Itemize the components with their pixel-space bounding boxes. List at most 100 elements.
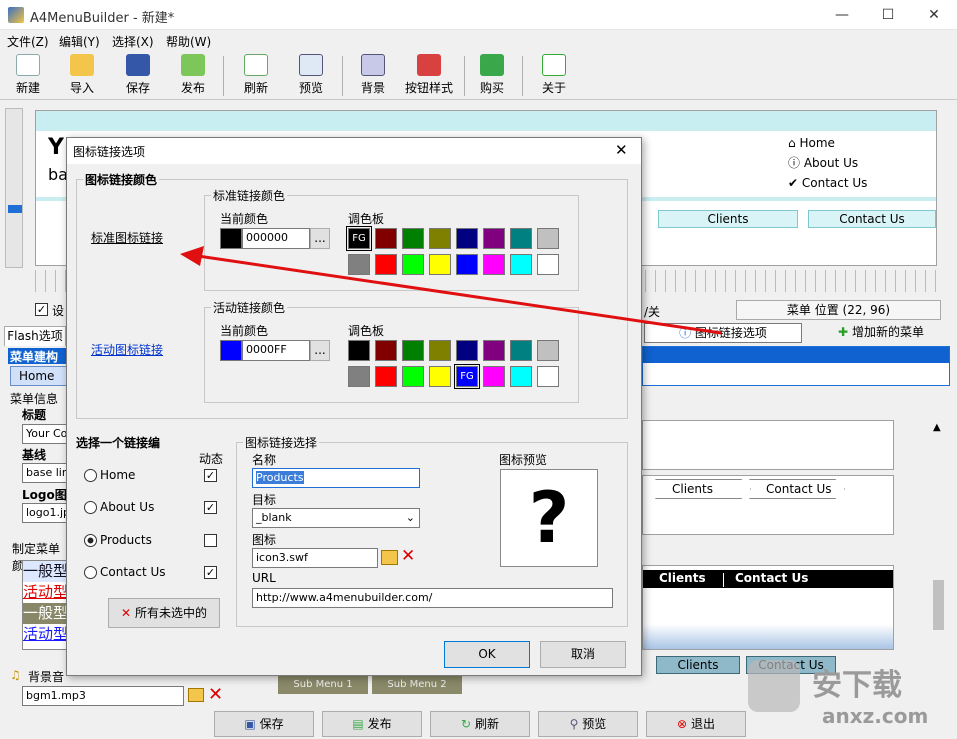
palette-swatch[interactable] [429,228,451,249]
dynamic-check-contact[interactable]: ✓ [204,566,217,579]
close-button[interactable]: ✕ [911,0,957,30]
active-color-value[interactable]: 0000FF [242,340,310,361]
normal-link-label[interactable]: 标准图标链接 [91,229,163,246]
target-select[interactable]: _blank ⌄ [252,508,420,528]
cancel-button[interactable]: 取消 [540,641,626,668]
right-scrollbar[interactable]: ▲ [930,420,947,700]
add-menu-button[interactable]: ✚ 增加新的菜单 [806,323,956,343]
palette-swatch[interactable] [456,254,478,275]
icon-input[interactable]: icon3.swf [252,548,378,568]
palette-swatch[interactable] [402,228,424,249]
preview-nav-clients[interactable]: Clients [658,210,798,228]
preview-button[interactable]: 预览 [286,54,336,98]
preview-menu-home[interactable]: ⌂ Home [788,133,867,153]
background-button[interactable]: 背景 [348,54,398,98]
bottom-refresh-button[interactable]: ↻ 刷新 [430,711,530,737]
menu-edit[interactable]: 编辑(Y) [59,33,100,50]
radio-about[interactable] [84,501,97,514]
slider-thumb[interactable] [8,205,22,213]
preview-menu-contact[interactable]: ✔ Contact Us [788,173,867,193]
palette-swatch[interactable] [375,340,397,361]
import-button[interactable]: 导入 [57,54,107,98]
minimize-button[interactable]: — [819,0,865,30]
sample-arrow-clients[interactable]: Clients [655,479,751,499]
sample-clients[interactable]: Clients [656,656,740,674]
name-input[interactable]: Products [252,468,420,488]
palette-swatch[interactable] [375,366,397,387]
palette-swatch[interactable] [375,228,397,249]
refresh-button[interactable]: 刷新 [231,54,281,98]
palette-swatch[interactable] [456,228,478,249]
ok-button[interactable]: OK [444,641,530,668]
palette-swatch[interactable] [348,366,370,387]
publish-button[interactable]: 发布 [168,54,218,98]
palette-swatch[interactable] [483,366,505,387]
menu-file[interactable]: 文件(Z) [7,33,49,50]
palette-swatch[interactable] [483,340,505,361]
dynamic-check-about[interactable]: ✓ [204,501,217,514]
palette-swatch[interactable]: FG [346,226,372,251]
tab-flash-options[interactable]: Flash选项 [4,326,66,346]
palette-swatch[interactable] [456,340,478,361]
palette-swatch[interactable] [375,254,397,275]
palette-swatch[interactable] [510,366,532,387]
zoom-slider[interactable] [5,108,23,268]
palette-swatch[interactable] [348,340,370,361]
style-list[interactable]: 一般型 活动型 一般型 活动型 [22,560,72,650]
palette-swatch[interactable] [483,228,505,249]
settings-checkbox[interactable]: ✓ [35,303,48,316]
bottom-save-button[interactable]: ▣ 保存 [214,711,314,737]
palette-swatch[interactable] [537,228,559,249]
style-item[interactable]: 一般型 [23,561,71,582]
style-item[interactable]: 活动型 [23,624,71,645]
radio-contact[interactable] [84,566,97,579]
palette-swatch[interactable] [537,340,559,361]
palette-swatch[interactable] [429,366,451,387]
sample-arrow-contact[interactable]: Contact Us [749,479,845,499]
palette-swatch[interactable] [348,254,370,275]
palette-swatch[interactable] [537,254,559,275]
delete-icon[interactable]: ✕ [208,684,223,705]
sub-menu-2[interactable]: Sub Menu 2 [372,676,462,694]
button-style-button[interactable]: 按钮样式 [400,54,458,98]
palette-swatch[interactable] [402,366,424,387]
delete-icon[interactable]: ✕ [401,546,415,566]
scroll-up-icon[interactable]: ▲ [933,422,941,433]
normal-color-value[interactable]: 000000 [242,228,310,249]
bottom-exit-button[interactable]: ⊗ 退出 [646,711,746,737]
menu-select[interactable]: Home [10,366,72,386]
palette-swatch[interactable] [510,340,532,361]
new-button[interactable]: 新建 [3,54,53,98]
dynamic-check-home[interactable]: ✓ [204,469,217,482]
palette-swatch[interactable] [402,254,424,275]
buy-button[interactable]: 购买 [467,54,517,98]
palette-swatch[interactable] [537,366,559,387]
palette-swatch[interactable] [429,340,451,361]
palette-swatch[interactable]: FG [454,364,480,389]
palette-swatch[interactable] [510,254,532,275]
preview-nav-contact[interactable]: Contact Us [808,210,936,228]
dynamic-check-products[interactable] [204,534,217,547]
save-button[interactable]: 保存 [113,54,163,98]
palette-swatch[interactable] [510,228,532,249]
palette-swatch[interactable] [402,340,424,361]
folder-icon[interactable] [381,550,398,565]
palette-swatch[interactable] [483,254,505,275]
normal-color-more-button[interactable]: ... [310,228,330,249]
bgmusic-input[interactable]: bgm1.mp3 [22,686,184,706]
menu-select[interactable]: 选择(X) [112,33,154,50]
uncheck-all-button[interactable]: ✕ 所有未选中的 [108,598,220,628]
style-item[interactable]: 一般型 [23,603,71,624]
preview-menu-about[interactable]: ⓘ About Us [788,153,867,173]
active-link-label[interactable]: 活动图标链接 [91,341,163,358]
baseline-input[interactable]: base line [22,463,72,483]
bottom-preview-button[interactable]: ⚲ 预览 [538,711,638,737]
folder-icon[interactable] [188,688,204,702]
tab-icon-link-options[interactable]: ⓘ 图标链接选项 [644,323,802,343]
active-color-more-button[interactable]: ... [310,340,330,361]
sample-bar-contact[interactable]: Contact Us [735,571,808,585]
radio-home[interactable] [84,469,97,482]
title-input[interactable]: Your Com [22,424,72,444]
menu-help[interactable]: 帮助(W) [166,33,211,50]
radio-products[interactable] [84,534,97,547]
